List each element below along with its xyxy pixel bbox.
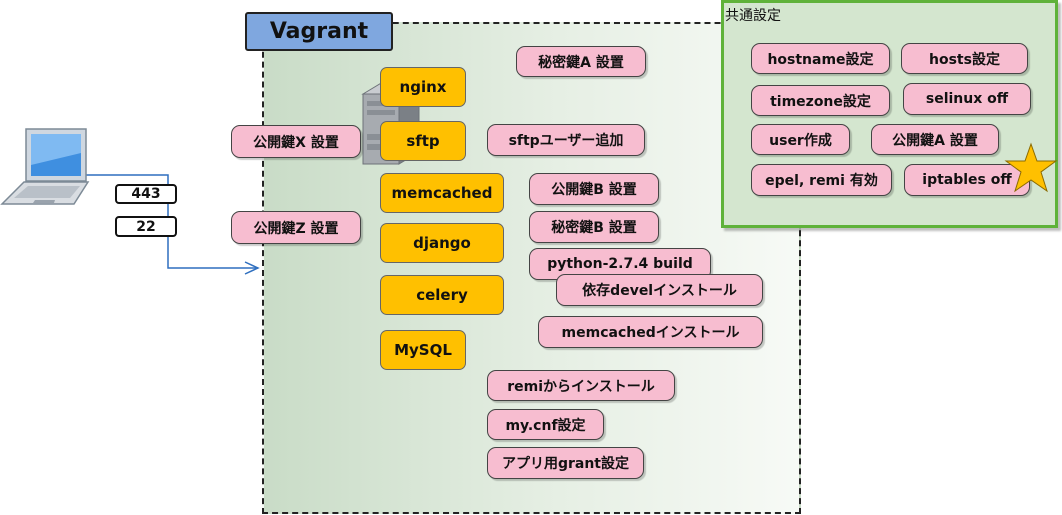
service-mysql: MySQL: [380, 330, 466, 370]
star-icon: [1004, 142, 1058, 193]
service-sftp: sftp: [380, 121, 466, 161]
task-mycnf: my.cnf設定: [487, 409, 604, 440]
service-django: django: [380, 223, 504, 263]
common-selinux: selinux off: [903, 83, 1031, 115]
common-epel: epel, remi 有効: [751, 164, 892, 196]
common-user: user作成: [751, 124, 850, 155]
service-nginx: nginx: [380, 67, 466, 107]
task-pubkey-b: 公開鍵B 設置: [529, 173, 659, 205]
task-memcached-install: memcachedインストール: [538, 316, 763, 348]
task-privkey-b: 秘密鍵B 設置: [529, 211, 659, 243]
pubkey-x-label: 公開鍵X 設置: [231, 125, 361, 158]
task-devel-install: 依存develインストール: [556, 274, 763, 306]
port-22-box: 22: [115, 216, 177, 237]
laptop-icon: [0, 128, 90, 205]
task-privkey-a: 秘密鍵A 設置: [516, 46, 646, 77]
pubkey-z-label: 公開鍵Z 設置: [231, 211, 361, 244]
service-memcached: memcached: [380, 173, 504, 213]
common-pubkey-a: 公開鍵A 設置: [871, 124, 999, 155]
task-sftp-user: sftpユーザー追加: [487, 124, 645, 156]
common-hostname: hostname設定: [751, 43, 890, 74]
common-hosts: hosts設定: [901, 43, 1028, 74]
task-remi-install: remiからインストール: [487, 370, 675, 401]
service-celery: celery: [380, 275, 504, 315]
common-timezone: timezone設定: [751, 85, 890, 116]
task-grant: アプリ用grant設定: [487, 447, 644, 479]
port-443-box: 443: [115, 184, 177, 204]
common-settings-title: 共通設定: [725, 8, 781, 24]
